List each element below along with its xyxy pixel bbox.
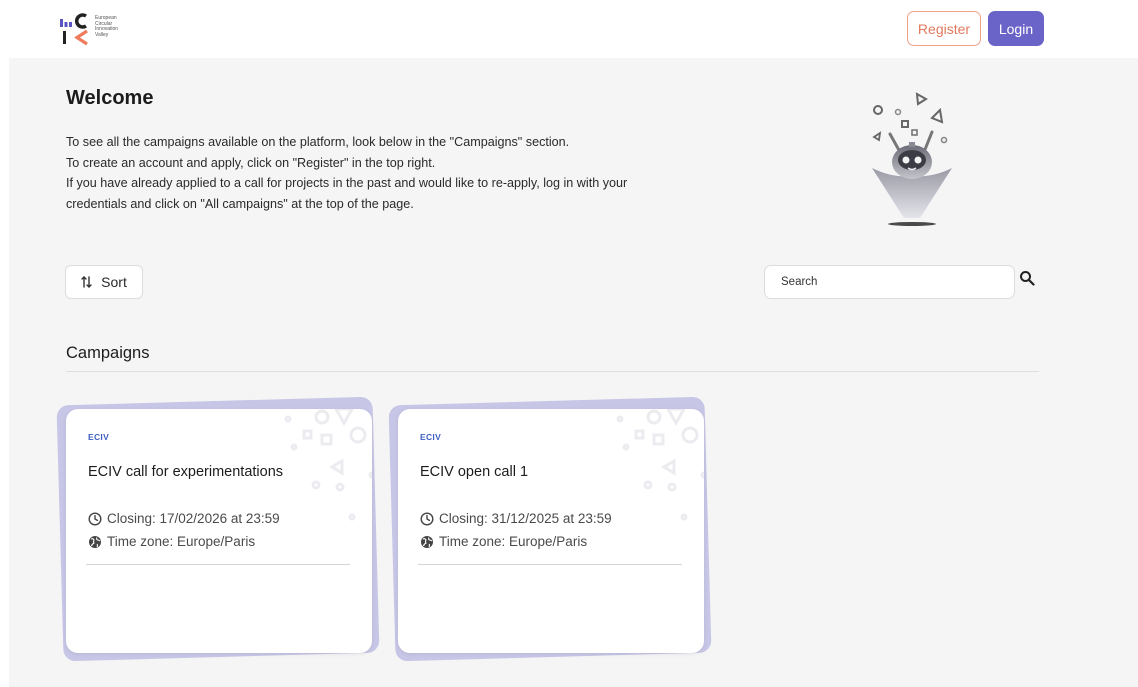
campaign-card-wrapper: ECIV ECIV call for experimentations Clos… [56, 396, 380, 662]
closing-text: Closing: 31/12/2025 at 23:59 [439, 511, 612, 526]
welcome-line: To see all the campaigns available on th… [66, 135, 570, 149]
campaign-closing: Closing: 17/02/2026 at 23:59 [88, 511, 280, 526]
logo-mark [60, 13, 88, 46]
sort-label: Sort [101, 274, 127, 290]
eciv-logo[interactable]: European Circular Innovation Valley [60, 12, 132, 46]
campaign-title[interactable]: ECIV open call 1 [420, 464, 528, 480]
campaign-closing: Closing: 31/12/2025 at 23:59 [420, 511, 612, 526]
logo-text: European Circular Innovation Valley [95, 15, 119, 38]
sort-arrows-icon [81, 276, 92, 288]
sort-button[interactable]: Sort [65, 265, 143, 299]
campaign-tag: ECIV [420, 432, 442, 442]
search-input[interactable] [764, 265, 1015, 299]
card-divider [86, 564, 350, 565]
welcome-line: credentials and click on "All campaigns"… [66, 196, 414, 211]
clock-icon [420, 511, 434, 526]
main-content: Welcome To see all the campaigns availab… [9, 58, 1138, 687]
campaign-timezone: Time zone: Europe/Paris [88, 534, 255, 549]
campaign-title[interactable]: ECIV call for experimentations [88, 464, 283, 480]
campaign-tag: ECIV [88, 432, 110, 442]
top-bar: European Circular Innovation Valley Regi… [0, 0, 1138, 58]
closing-text: Closing: 17/02/2026 at 23:59 [107, 511, 280, 526]
campaign-card[interactable]: ECIV ECIV open call 1 Closing: 31/12/202… [398, 409, 704, 653]
campaigns-divider [66, 371, 1039, 372]
globe-icon [421, 535, 433, 548]
timezone-text: Time zone: Europe/Paris [439, 534, 588, 549]
campaign-timezone: Time zone: Europe/Paris [420, 534, 587, 549]
welcome-title: Welcome [66, 87, 154, 109]
campaigns-title: Campaigns [66, 344, 150, 362]
search-icon[interactable] [1019, 270, 1035, 286]
register-button[interactable]: Register [907, 11, 981, 46]
welcome-line: To create an account and apply, click on… [66, 155, 436, 170]
login-button[interactable]: Login [988, 11, 1044, 46]
campaign-card[interactable]: ECIV ECIV call for experimentations Clos… [66, 409, 372, 653]
campaign-card-wrapper: ECIV ECIV open call 1 Closing: 31/12/202… [388, 396, 712, 662]
timezone-text: Time zone: Europe/Paris [107, 534, 256, 549]
globe-icon [89, 535, 101, 548]
welcome-text: To see all the campaigns available on th… [66, 132, 746, 214]
clock-icon [88, 511, 102, 526]
card-divider [418, 564, 682, 565]
welcome-line: If you have already applied to a call fo… [66, 176, 628, 190]
juggling-robot-illustration [872, 92, 952, 226]
